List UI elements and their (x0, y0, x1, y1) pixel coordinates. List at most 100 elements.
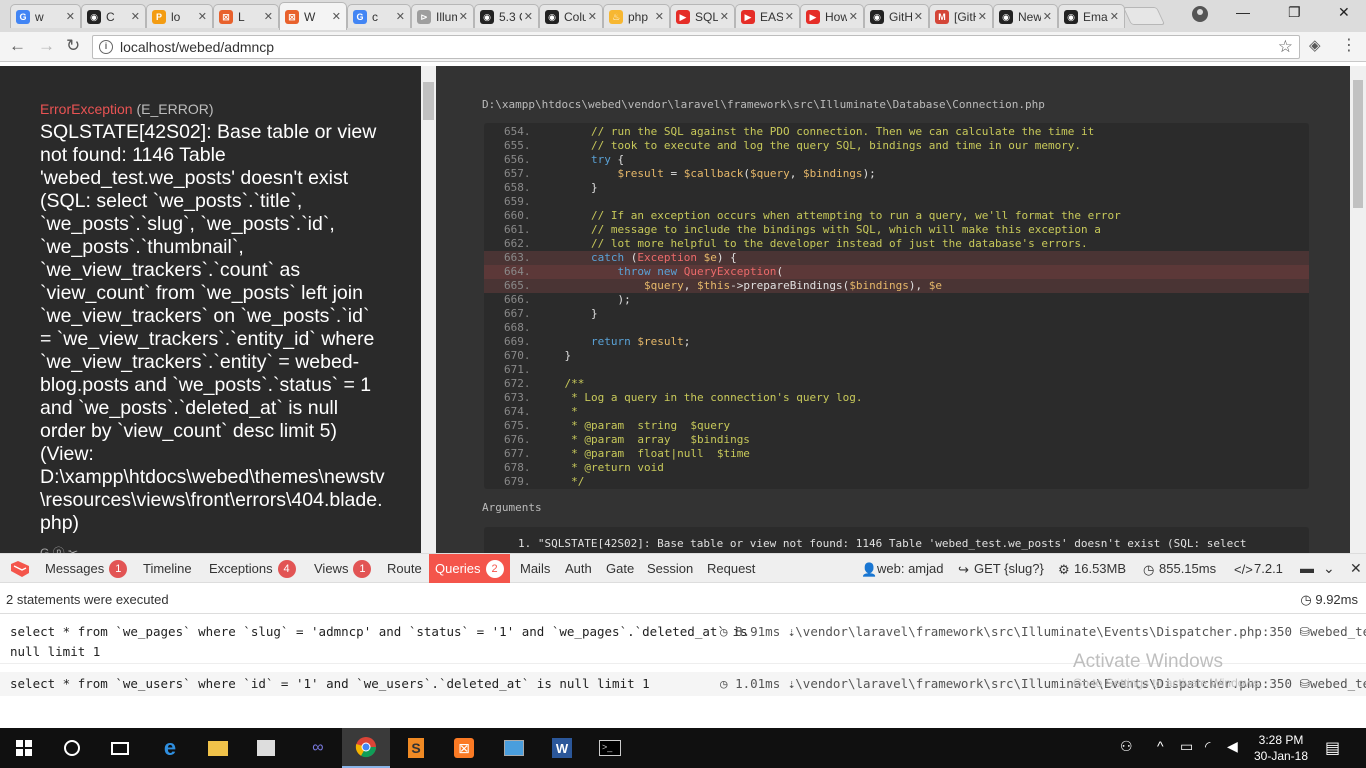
debugbar-tab-exceptions[interactable]: Exceptions 4 (209, 554, 296, 583)
word-app[interactable]: W (538, 728, 586, 768)
tab-close-icon[interactable]: ✕ (396, 10, 405, 23)
sublime-app[interactable]: S (392, 728, 440, 768)
maximize-button[interactable]: ❐ (1288, 4, 1301, 21)
task-view-button[interactable] (96, 728, 144, 768)
tab-close-icon[interactable]: ✕ (66, 10, 75, 23)
reload-icon[interactable]: ↻ (66, 37, 80, 55)
terminal-app[interactable]: >_ (586, 728, 634, 768)
browser-tab[interactable]: ◉ New ✕ (993, 4, 1058, 28)
error-footer-icons[interactable]: G ⓟ ✂ (40, 544, 78, 553)
tab-close-icon[interactable]: ✕ (1043, 10, 1052, 23)
tab-close-icon[interactable]: ✕ (978, 10, 987, 23)
debugbar-tab-timeline[interactable]: Timeline (143, 554, 192, 583)
tab-close-icon[interactable]: ✕ (914, 10, 923, 23)
forward-arrow-icon[interactable]: → (38, 37, 55, 55)
right-scrollbar-thumb[interactable] (1353, 80, 1363, 208)
close-window-button[interactable]: ✕ (1338, 4, 1350, 21)
url-text[interactable]: localhost/webed/admncp (120, 39, 274, 55)
laravel-logo-icon[interactable] (10, 561, 30, 577)
tab-close-icon[interactable]: ✕ (459, 10, 468, 23)
tab-close-icon[interactable]: ✕ (785, 10, 794, 23)
browser-tab[interactable]: ◉ GitH ✕ (864, 4, 929, 28)
app-link[interactable]: ∞ (294, 728, 342, 768)
left-scrollbar[interactable] (421, 66, 436, 553)
menu-kebab-icon[interactable]: ⋮ (1341, 37, 1357, 55)
browser-tab[interactable]: Plo ✕ (146, 4, 213, 28)
close-icon[interactable]: ✕ (1350, 554, 1362, 583)
browser-tab[interactable]: Gc ✕ (347, 4, 411, 28)
browser-tab[interactable]: ◉ Emai ✕ (1058, 4, 1125, 28)
start-button[interactable] (0, 728, 48, 768)
wifi-icon[interactable]: ◜ (1205, 738, 1210, 755)
debugbar-tab-request[interactable]: Request (707, 554, 755, 583)
line-code: catch (Exception $e) { (590, 251, 737, 264)
tab-close-icon[interactable]: ✕ (332, 10, 341, 23)
tab-favicon-icon: ♨ (609, 9, 623, 24)
xampp-app[interactable]: ⊠ (440, 728, 488, 768)
debugbar-tab-messages[interactable]: Messages 1 (45, 554, 128, 583)
query-sql: select * from `we_pages` where `slug` = … (10, 622, 748, 662)
tab-close-icon[interactable]: ✕ (588, 10, 597, 23)
extension-icon[interactable]: ◈ (1309, 37, 1321, 55)
tab-close-icon[interactable]: ✕ (264, 10, 273, 23)
tab-close-icon[interactable]: ✕ (524, 10, 533, 23)
php-version[interactable]: </>7.2.1 (1234, 554, 1283, 583)
browser-tab[interactable]: M [GitH✕ (929, 4, 993, 28)
tab-close-icon[interactable]: ✕ (849, 10, 858, 23)
tab-close-icon[interactable]: ✕ (198, 10, 207, 23)
chevron-up-icon[interactable]: ^ (1157, 738, 1164, 754)
request-duration[interactable]: ◷ 855.15ms (1143, 554, 1216, 583)
route-info[interactable]: ↪ GET {slug?} (958, 554, 1044, 583)
memory-usage[interactable]: ⚙ 16.53MB (1058, 554, 1126, 583)
browser-tab[interactable]: ◉ C ✕ (81, 4, 146, 28)
browser-tab[interactable]: ⊠ L ✕ (213, 4, 279, 28)
browser-tab[interactable]: ◉ Colu✕ (539, 4, 603, 28)
browser-tab[interactable]: ⊳ Illum✕ (411, 4, 474, 28)
address-bar[interactable]: i localhost/webed/admncp ☆ (92, 35, 1300, 59)
taskbar-clock[interactable]: 3:28 PM 30-Jan-18 (1252, 732, 1310, 764)
browser-tab[interactable]: ◉ 5.3 C✕ (474, 4, 539, 28)
debugbar-tab-mails[interactable]: Mails (520, 554, 550, 583)
people-icon[interactable]: ⚇ (1120, 738, 1133, 755)
browser-tab[interactable]: Gw ✕ (10, 4, 81, 28)
browser-tab[interactable]: ▶ How ✕ (800, 4, 864, 28)
bookmark-star-icon[interactable]: ☆ (1278, 37, 1293, 57)
auth-user[interactable]: 👤web: amjad (861, 554, 943, 583)
chevron-down-icon[interactable]: ⌄ (1323, 554, 1335, 583)
info-icon[interactable]: i (99, 40, 113, 54)
tab-title: C (106, 9, 115, 24)
edge-app[interactable]: e (146, 728, 194, 768)
debugbar-tab-gate[interactable]: Gate (606, 554, 634, 583)
explorer-app[interactable] (194, 728, 242, 768)
memory-label: 16.53MB (1074, 561, 1127, 576)
right-scrollbar[interactable] (1350, 66, 1366, 553)
tab-close-icon[interactable]: ✕ (1110, 10, 1119, 23)
browser-tab[interactable]: ▶ EASY✕ (735, 4, 800, 28)
debugbar-tab-queries[interactable]: Queries 2 (429, 554, 510, 583)
line-number: 659. (504, 195, 531, 208)
volume-icon[interactable]: ◀ (1227, 738, 1238, 755)
tab-close-icon[interactable]: ✕ (720, 10, 729, 23)
battery-icon[interactable]: ▭ (1180, 738, 1193, 755)
left-scrollbar-thumb[interactable] (423, 82, 434, 120)
search-button[interactable] (48, 728, 96, 768)
tab-close-icon[interactable]: ✕ (131, 10, 140, 23)
folder-open-icon[interactable]: ▬ (1300, 554, 1314, 583)
line-code: // run the SQL against the PDO connectio… (590, 125, 1095, 138)
chrome-app[interactable] (342, 728, 390, 768)
browser-tab[interactable]: ▶ SQLS✕ (670, 4, 735, 28)
browser-tab[interactable]: ⊠ W ✕ (279, 2, 347, 30)
tab-close-icon[interactable]: ✕ (655, 10, 664, 23)
back-arrow-icon[interactable]: ← (9, 37, 26, 55)
store-app[interactable] (242, 728, 290, 768)
debugbar-tab-route[interactable]: Route (387, 554, 422, 583)
debugbar-tab-session[interactable]: Session (647, 554, 693, 583)
app-window[interactable] (490, 728, 538, 768)
statement-count: 2 statements were executed (6, 592, 169, 607)
profile-icon[interactable] (1192, 6, 1208, 22)
debugbar-tab-views[interactable]: Views 1 (314, 554, 372, 583)
notifications-icon[interactable]: ▤ (1325, 738, 1340, 758)
minimize-button[interactable]: — (1236, 4, 1250, 20)
browser-tab[interactable]: ♨ php ✕ (603, 4, 670, 28)
debugbar-tab-auth[interactable]: Auth (565, 554, 592, 583)
